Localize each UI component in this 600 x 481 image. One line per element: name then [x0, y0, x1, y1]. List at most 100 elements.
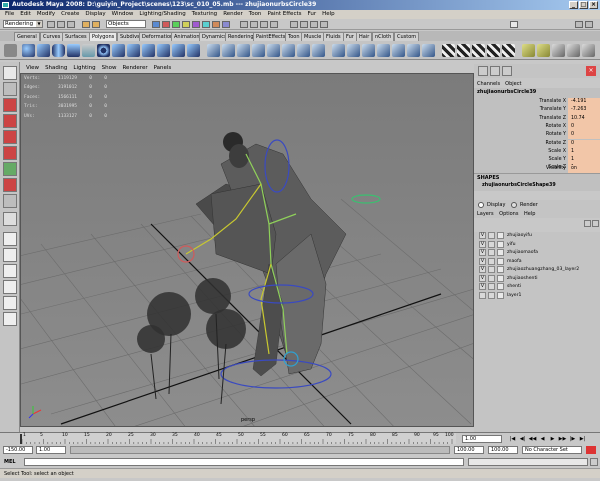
mask-deformations-icon[interactable]: [192, 21, 200, 28]
layer-visibility-toggle[interactable]: [479, 291, 486, 299]
attr-value-field[interactable]: 1: [568, 156, 600, 165]
render-radio[interactable]: [511, 202, 517, 208]
shelf-tab-rendering[interactable]: Rendering: [225, 32, 257, 41]
menu-edit[interactable]: Edit: [17, 10, 34, 19]
poly-plane-icon[interactable]: [82, 44, 95, 57]
channel-box-menu-object[interactable]: Object: [505, 80, 526, 88]
layer-name[interactable]: zhujiaomaofa: [507, 249, 538, 258]
poly-helix-icon[interactable]: [157, 44, 170, 57]
shelf-tab-curves[interactable]: Curves: [40, 32, 64, 41]
layer-visibility-toggle[interactable]: V: [479, 249, 486, 256]
time-slider[interactable]: 1 5 10 15 20 25 30 35 40 45 50 55 60 65 …: [0, 432, 600, 445]
rotate-tool-icon[interactable]: [3, 130, 17, 144]
last-tool-icon[interactable]: [3, 212, 17, 226]
menu-paint-effects[interactable]: Paint Effects: [264, 10, 304, 19]
layer-display-type-toggle[interactable]: [488, 257, 495, 265]
close-button[interactable]: ×: [589, 1, 598, 9]
menu-display[interactable]: Display: [82, 10, 108, 19]
poly-sphere-icon[interactable]: [22, 44, 35, 57]
shelf-tab-fur[interactable]: Fur: [343, 32, 357, 41]
menu-help[interactable]: Help: [319, 10, 338, 19]
save-scene-icon[interactable]: [67, 21, 75, 28]
poly-platonic-icon[interactable]: [187, 44, 200, 57]
layer-row[interactable]: V shenti: [474, 283, 600, 292]
layer-name[interactable]: shenti: [507, 283, 521, 292]
layer-color-swatch[interactable]: [497, 266, 504, 273]
shelf-tab-general[interactable]: General: [14, 32, 40, 41]
maximize-button[interactable]: □: [579, 1, 588, 9]
step-forward-key-icon[interactable]: ▶▶: [558, 435, 567, 443]
combine-icon[interactable]: [207, 44, 220, 57]
attr-value-field[interactable]: 0: [568, 131, 600, 140]
shelf-tab-fluids[interactable]: Fluids: [323, 32, 344, 41]
layer-color-swatch[interactable]: [497, 232, 504, 239]
layer-name[interactable]: zhujiaozhuangzhang_03_layer2: [507, 266, 579, 275]
layer-visibility-toggle[interactable]: V: [479, 274, 486, 282]
layer-name[interactable]: layer1: [507, 292, 521, 301]
mask-handles-icon[interactable]: [152, 21, 160, 28]
menu-toon[interactable]: Toon: [246, 10, 265, 19]
shelf-tab-painteffects[interactable]: PaintEffects: [253, 32, 289, 41]
menu-fur[interactable]: Fur: [305, 10, 320, 19]
command-input[interactable]: [24, 458, 464, 466]
snap-curve-icon[interactable]: [250, 21, 258, 28]
paint-select-tool-icon[interactable]: [3, 98, 17, 112]
paint-selection-icon[interactable]: [537, 44, 550, 57]
toggle-attribute-editor-icon[interactable]: [575, 21, 583, 28]
viewport-menu-panels[interactable]: Panels: [151, 64, 175, 73]
layer-color-swatch[interactable]: [497, 291, 504, 299]
attr-row-rotate-y[interactable]: Rotate Y 0: [474, 131, 600, 140]
mask-surfaces-icon[interactable]: [182, 21, 190, 28]
insert-edge-loop-icon[interactable]: [392, 44, 405, 57]
layer-display-type-toggle[interactable]: [488, 291, 495, 299]
layer-visibility-toggle[interactable]: V: [479, 283, 486, 290]
shape-node-name[interactable]: zhujiaonurbsCircleShape39: [482, 183, 556, 188]
shelf-tab-custom[interactable]: Custom: [394, 32, 420, 41]
menu-modify[interactable]: Modify: [34, 10, 58, 19]
go-to-start-icon[interactable]: |◀: [508, 435, 517, 443]
poly-pipe-icon[interactable]: [142, 44, 155, 57]
sculpt-geometry-icon[interactable]: [522, 44, 535, 57]
history-icon[interactable]: [290, 21, 298, 28]
planar-map-icon[interactable]: [457, 44, 470, 57]
menu-set-dropdown[interactable]: Rendering ▼: [3, 20, 43, 28]
cylindrical-map-icon[interactable]: [472, 44, 485, 57]
script-editor-icon[interactable]: [590, 458, 598, 466]
viewport-menu-view[interactable]: View: [23, 64, 42, 73]
layer-visibility-toggle[interactable]: V: [479, 232, 486, 239]
attr-value-field[interactable]: 0: [568, 122, 600, 132]
poly-torus-icon[interactable]: [97, 44, 110, 57]
layer-color-swatch[interactable]: [497, 249, 504, 256]
attr-row-rotate-z[interactable]: Rotate Z 0: [474, 139, 600, 148]
layer-display-type-toggle[interactable]: [488, 249, 495, 256]
spherical-map-icon[interactable]: [487, 44, 500, 57]
layer-visibility-toggle[interactable]: V: [479, 266, 486, 273]
hypershade-persp-icon[interactable]: [3, 296, 17, 310]
layer-display-type-toggle[interactable]: [488, 283, 495, 290]
poly-cube-icon[interactable]: [37, 44, 50, 57]
lasso-tool-icon[interactable]: [3, 82, 17, 96]
viewport-menu-renderer[interactable]: Renderer: [119, 64, 150, 73]
poly-prism-icon[interactable]: [112, 44, 125, 57]
playback-end-field[interactable]: 100.00: [454, 446, 484, 454]
select-hierarchy-icon[interactable]: [82, 21, 90, 28]
reduce-icon[interactable]: [567, 44, 580, 57]
shelf-tab-hair[interactable]: Hair: [356, 32, 373, 41]
new-scene-icon[interactable]: [47, 21, 55, 28]
layer-display-type-toggle[interactable]: [488, 232, 495, 239]
channel-box-layout-icon[interactable]: [478, 66, 488, 76]
play-forwards-icon[interactable]: ▶: [548, 435, 557, 443]
persp-outliner-icon[interactable]: [3, 264, 17, 278]
viewport-menu-show[interactable]: Show: [99, 64, 120, 73]
channel-box-menu-channels[interactable]: Channels: [477, 80, 505, 88]
persp-trax-icon[interactable]: [3, 312, 17, 326]
animation-start-field[interactable]: -150.00: [3, 446, 33, 454]
uv-checker-icon[interactable]: [442, 44, 455, 57]
poly-cylinder-icon[interactable]: [52, 44, 65, 57]
perspective-viewport[interactable]: Verts: 1119129 0 0 Edges: 3191012 0 0 Fa…: [20, 73, 474, 427]
animation-end-field[interactable]: 100.00: [488, 446, 518, 454]
shelf-menu-icon[interactable]: [4, 44, 17, 57]
show-manipulator-icon[interactable]: [3, 194, 17, 208]
attribute-editor-layout-icon[interactable]: [490, 66, 500, 76]
layer-name[interactable]: maofa: [507, 258, 522, 267]
